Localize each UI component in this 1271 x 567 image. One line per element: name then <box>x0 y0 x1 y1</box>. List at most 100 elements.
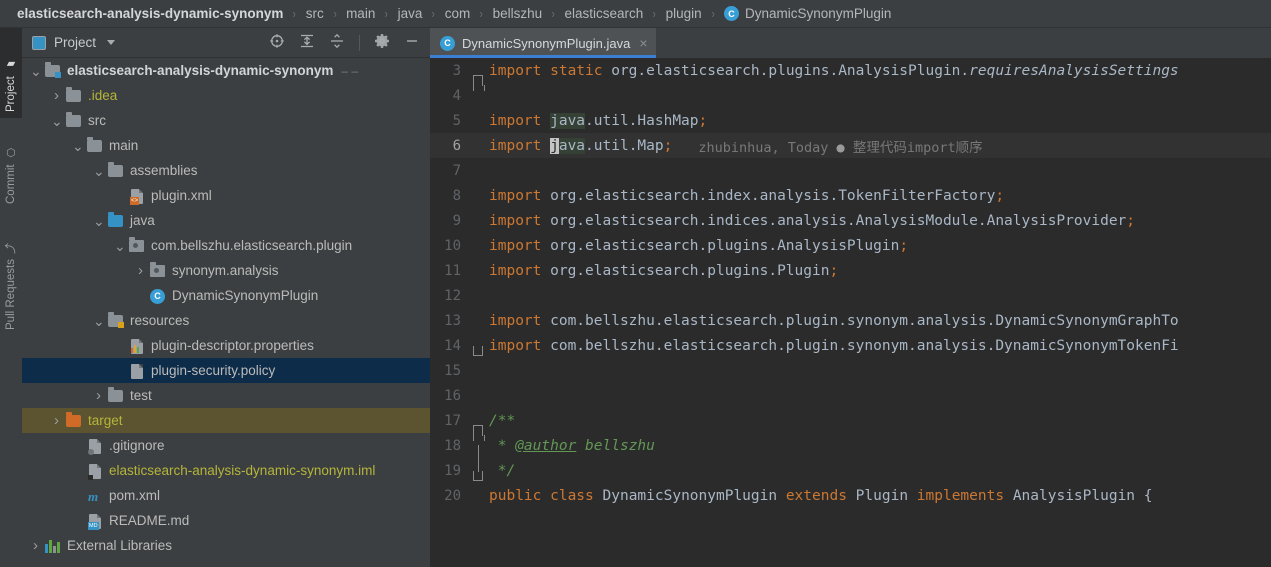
hide-panel-icon[interactable] <box>404 33 420 52</box>
tree-node-dynamicsynonymplugin[interactable]: C DynamicSynonymPlugin <box>22 283 430 308</box>
code-line-6[interactable]: 6 import java.util.Map; zhubinhua, Today ●… <box>430 133 1271 158</box>
project-tree[interactable]: ⌄ elasticsearch-analysis-dynamic-synonym –… <box>22 58 430 567</box>
code-text: import java.util.HashMap; <box>486 112 707 129</box>
code-line-14[interactable]: 14 import com.bellszhu.elasticsearch.plug… <box>430 333 1271 358</box>
tree-node-assemblies[interactable]: ⌄ assemblies <box>22 158 430 183</box>
code-token: import <box>489 262 551 279</box>
expand-all-icon[interactable] <box>299 33 315 52</box>
code-line-8[interactable]: 8 import org.elasticsearch.index.analysis… <box>430 183 1271 208</box>
code-text: */ <box>486 463 515 479</box>
code-token: @author <box>515 437 577 454</box>
chevron-down-icon[interactable]: ⌄ <box>114 239 126 253</box>
tree-node-plugin-security-policy[interactable]: plugin-security.policy <box>22 358 430 383</box>
code-line-4[interactable]: 4 <box>430 83 1271 108</box>
tree-node-resources[interactable]: ⌄ resources <box>22 308 430 333</box>
code-line-17[interactable]: 17 /** <box>430 408 1271 441</box>
chevron-down-icon[interactable] <box>107 40 116 45</box>
tree-node-elasticsearch-analysis-dynamic-synonym-iml[interactable]: elasticsearch-analysis-dynamic-synonym.i… <box>22 458 430 483</box>
code-line-16[interactable]: 16 <box>430 383 1271 408</box>
code-line-20[interactable]: 20 public class DynamicSynonymPlugin exte… <box>430 483 1271 508</box>
tree-node-java[interactable]: ⌄ java <box>22 208 430 233</box>
breadcrumb-item-3[interactable]: java <box>398 6 423 21</box>
breadcrumb-item-0[interactable]: elasticsearch-analysis-dynamic-synonym <box>17 6 283 21</box>
folder-icon <box>66 111 82 129</box>
breadcrumb-item-1[interactable]: src <box>306 6 324 21</box>
code-token: import <box>489 112 551 129</box>
chevron-down-icon[interactable]: ⌄ <box>93 214 105 228</box>
close-icon[interactable]: × <box>639 36 647 50</box>
chevron-right-icon[interactable]: › <box>30 537 41 554</box>
tree-node-synonym-analysis[interactable]: › synonym.analysis <box>22 258 430 283</box>
code-line-10[interactable]: 10 import org.elasticsearch.plugins.Analy… <box>430 233 1271 258</box>
code-line-5[interactable]: 5 import java.util.HashMap; <box>430 108 1271 133</box>
breadcrumb-item-2[interactable]: main <box>346 6 375 21</box>
tool-window-tab-pull-requests[interactable]: Pull Requests ⤴ <box>0 210 22 336</box>
tree-node-target[interactable]: › target <box>22 408 430 433</box>
chevron-right-icon[interactable]: › <box>93 387 104 404</box>
code-line-11[interactable]: 11 import org.elasticsearch.plugins.Plugi… <box>430 258 1271 283</box>
settings-gear-icon[interactable] <box>374 33 390 52</box>
breadcrumb-item-7[interactable]: plugin <box>666 6 702 21</box>
code-line-7[interactable]: 7 <box>430 158 1271 183</box>
code-token: import <box>489 187 551 204</box>
code-line-3[interactable]: 3 import static org.elasticsearch.plugins… <box>430 58 1271 91</box>
tool-window-tab-commit[interactable]: Commit ⬡ <box>0 118 22 210</box>
tree-node-com-bellszhu-elasticsearch-plugin[interactable]: ⌄ com.bellszhu.elasticsearch.plugin <box>22 233 430 258</box>
chevron-right-icon[interactable]: › <box>51 87 62 104</box>
collapse-all-icon[interactable] <box>329 33 345 52</box>
tree-node-label: java <box>130 213 155 228</box>
tool-window-tab-project[interactable]: Project ▰ <box>0 28 22 118</box>
tree-node-src[interactable]: ⌄ src <box>22 108 430 133</box>
annotation-date: Today <box>787 139 829 156</box>
tree-node-test[interactable]: › test <box>22 383 430 408</box>
tree-node-readme-md[interactable]: MD README.md <box>22 508 430 533</box>
code-token: ; <box>1126 212 1136 229</box>
tree-node-main[interactable]: ⌄ main <box>22 133 430 158</box>
tree-node-plugin-descriptor-properties[interactable]: plugin-descriptor.properties <box>22 333 430 358</box>
editor-tab-dynamicsynonymplugin[interactable]: C DynamicSynonymPlugin.java × <box>430 28 656 58</box>
tree-node-external-libraries[interactable]: › External Libraries <box>22 533 430 558</box>
chevron-down-icon[interactable]: ⌄ <box>51 114 63 128</box>
properties-file-icon <box>129 338 145 354</box>
code-line-19[interactable]: 19 */ <box>430 458 1271 483</box>
code-token: ; <box>899 237 909 254</box>
breadcrumb-item-8[interactable]: C DynamicSynonymPlugin <box>724 6 891 21</box>
code-token: org.elasticsearch.plugins.Plugin <box>550 262 830 279</box>
tree-node-elasticsearch-analysis-dynamic-synonym[interactable]: ⌄ elasticsearch-analysis-dynamic-synonym –… <box>22 58 430 83</box>
chevron-right-icon[interactable]: › <box>51 412 62 429</box>
code-line-9[interactable]: 9 import org.elasticsearch.indices.analys… <box>430 208 1271 233</box>
code-line-15[interactable]: 15 <box>430 358 1271 383</box>
code-editor[interactable]: 3 import static org.elasticsearch.plugins… <box>430 58 1271 567</box>
tree-node-gitignore[interactable]: .gitignore <box>22 433 430 458</box>
chevron-down-icon[interactable]: ⌄ <box>93 164 105 178</box>
breadcrumb-item-5[interactable]: bellszhu <box>493 6 543 21</box>
chevron-down-icon[interactable]: ⌄ <box>72 139 84 153</box>
line-number: 12 <box>444 287 461 304</box>
project-panel-title: Project <box>54 35 97 50</box>
line-number: 13 <box>444 312 461 329</box>
tree-node-trailing: – – <box>341 63 359 78</box>
select-opened-file-icon[interactable] <box>269 33 285 52</box>
line-number: 14 <box>444 337 461 354</box>
tree-node-pom-xml[interactable]: m pom.xml <box>22 483 430 508</box>
tree-node-label: pom.xml <box>109 488 161 503</box>
tool-window-stripe: Project ▰ Commit ⬡ Pull Requests ⤴ <box>0 28 23 567</box>
breadcrumb-item-4[interactable]: com <box>445 6 471 21</box>
chevron-down-icon[interactable]: ⌄ <box>93 314 105 328</box>
code-token: com.bellszhu.elasticsearch.plugin.synony… <box>550 337 1179 354</box>
package-icon <box>129 236 145 254</box>
code-line-12[interactable]: 12 <box>430 283 1271 308</box>
code-token: class <box>550 487 603 504</box>
chevron-down-icon[interactable]: ⌄ <box>30 64 42 78</box>
breadcrumb-label: DynamicSynonymPlugin <box>745 6 892 21</box>
java-class-icon: C <box>440 35 455 51</box>
project-tool-window: Project ⌄ elasticsearch-analysis-dynamic… <box>22 28 430 567</box>
tree-node-idea[interactable]: › .idea <box>22 83 430 108</box>
project-view-icon <box>32 35 46 50</box>
code-line-18[interactable]: 18 * @author bellszhu <box>430 433 1271 472</box>
breadcrumb-item-6[interactable]: elasticsearch <box>565 6 644 21</box>
code-line-13[interactable]: 13 import com.bellszhu.elasticsearch.plug… <box>430 308 1271 333</box>
code-token: static <box>550 62 612 79</box>
tree-node-plugin-xml[interactable]: <> plugin.xml <box>22 183 430 208</box>
chevron-right-icon[interactable]: › <box>135 262 146 279</box>
